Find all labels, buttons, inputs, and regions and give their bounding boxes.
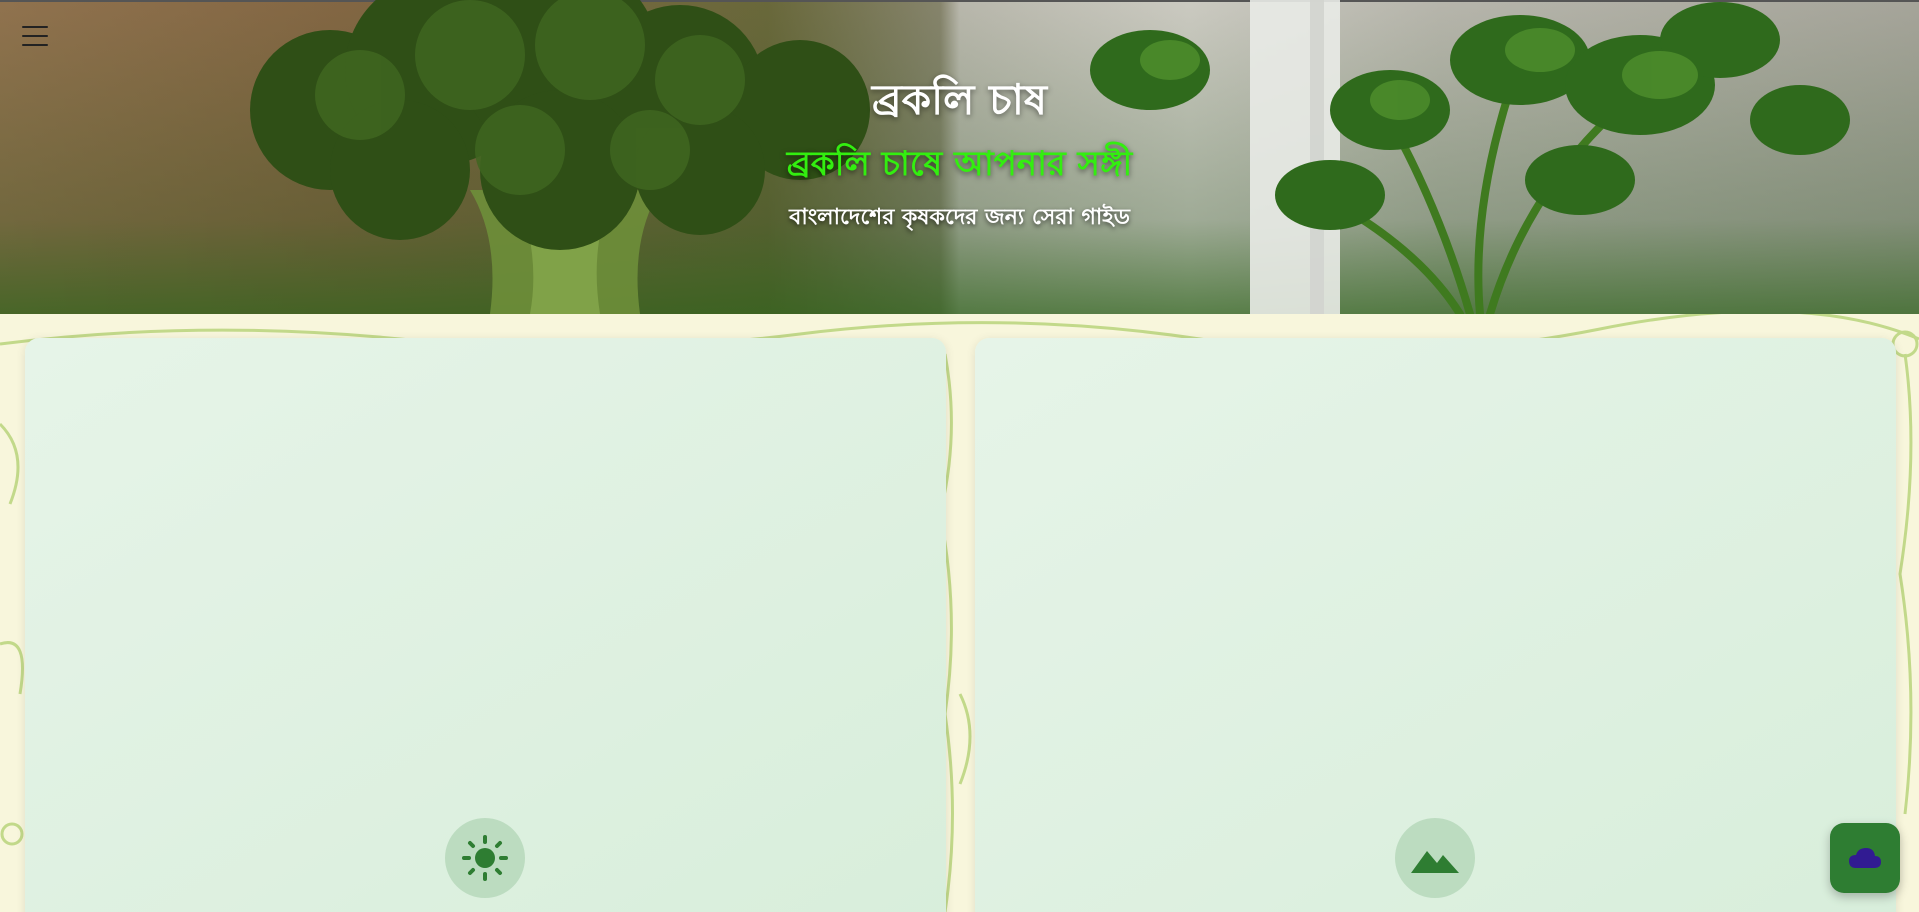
page-title: ব্রকলি চাষ <box>871 75 1048 124</box>
menu-icon[interactable] <box>18 22 52 50</box>
sun-icon <box>445 818 525 898</box>
hero-banner: ব্রকলি চাষ ব্রকলি চাষে আপনার সঙ্গী বাংলা… <box>0 0 1919 314</box>
feature-card-left[interactable] <box>25 338 946 912</box>
hero-tagline: বাংলাদেশের কৃষকদের জন্য সেরা গাইড <box>789 205 1130 230</box>
hero-subtitle: ব্রকলি চাষে আপনার সঙ্গী <box>786 144 1133 184</box>
weather-fab-button[interactable] <box>1830 823 1900 893</box>
cloud-icon <box>1849 848 1881 868</box>
mountain-icon <box>1395 818 1475 898</box>
feature-card-right[interactable] <box>975 338 1896 912</box>
hero-text-block: ব্রকলি চাষ ব্রকলি চাষে আপনার সঙ্গী বাংলা… <box>0 70 1919 234</box>
